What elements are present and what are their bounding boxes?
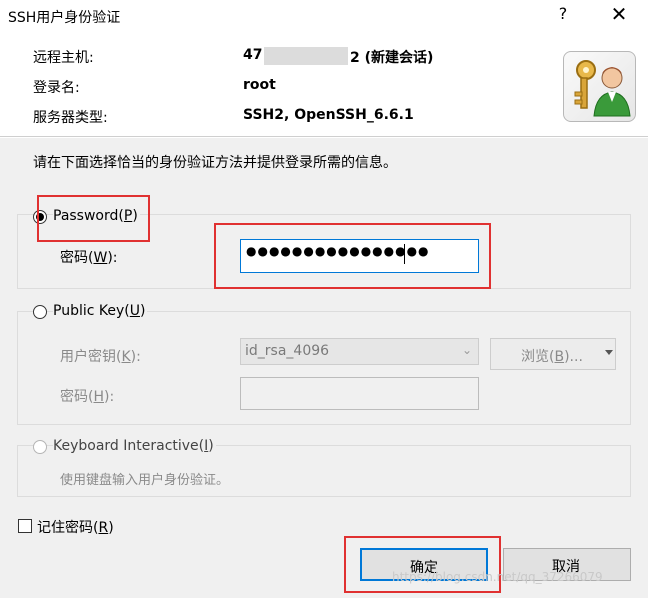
host-redaction (264, 47, 348, 65)
passphrase-label: 密码(H): (60, 389, 115, 405)
host-value-suffix: 2 (新建会话) (350, 50, 434, 66)
watermark: https://blog.csdn.net/qq_37266079 (392, 570, 603, 584)
keyboard-interactive-radio[interactable] (33, 440, 47, 454)
user-key-select[interactable]: id_rsa_4096 ⌄ (240, 338, 479, 365)
keyboard-interactive-radio-label[interactable]: Keyboard Interactive(I) (53, 438, 216, 454)
remember-password-checkbox[interactable] (18, 519, 32, 533)
browse-button[interactable]: 浏览(B)... (490, 338, 616, 370)
user-key-label: 用户密钥(K): (60, 349, 141, 365)
password-field-label: 密码(W): (60, 250, 118, 266)
public-key-radio-label[interactable]: Public Key(U) (53, 303, 148, 319)
login-value: root (243, 77, 276, 93)
close-button[interactable]: ✕ (607, 2, 631, 26)
keyboard-interactive-hint: 使用键盘输入用户身份验证。 (60, 473, 230, 488)
ok-button-highlight (344, 536, 501, 593)
password-radio-highlight (37, 195, 150, 242)
password-input-highlight (214, 223, 491, 289)
window-title: SSH用户身份验证 (8, 10, 121, 26)
user-key-icon (563, 51, 636, 122)
host-value-prefix: 47 (243, 47, 263, 63)
login-label: 登录名: (33, 80, 80, 96)
instruction-text: 请在下面选择恰当的身份验证方法并提供登录所需的信息。 (33, 155, 397, 171)
remember-password-label[interactable]: 记住密码(R) (37, 517, 114, 537)
help-button[interactable]: ? (553, 4, 573, 23)
dropdown-arrow-icon (605, 350, 613, 355)
chevron-down-icon: ⌄ (462, 343, 473, 357)
host-label: 远程主机: (33, 50, 94, 66)
server-type-value: SSH2, OpenSSH_6.6.1 (243, 107, 414, 123)
user-key-select-value: id_rsa_4096 (245, 343, 330, 359)
passphrase-input[interactable] (240, 377, 479, 410)
public-key-radio[interactable] (33, 305, 47, 319)
server-type-label: 服务器类型: (33, 110, 108, 126)
